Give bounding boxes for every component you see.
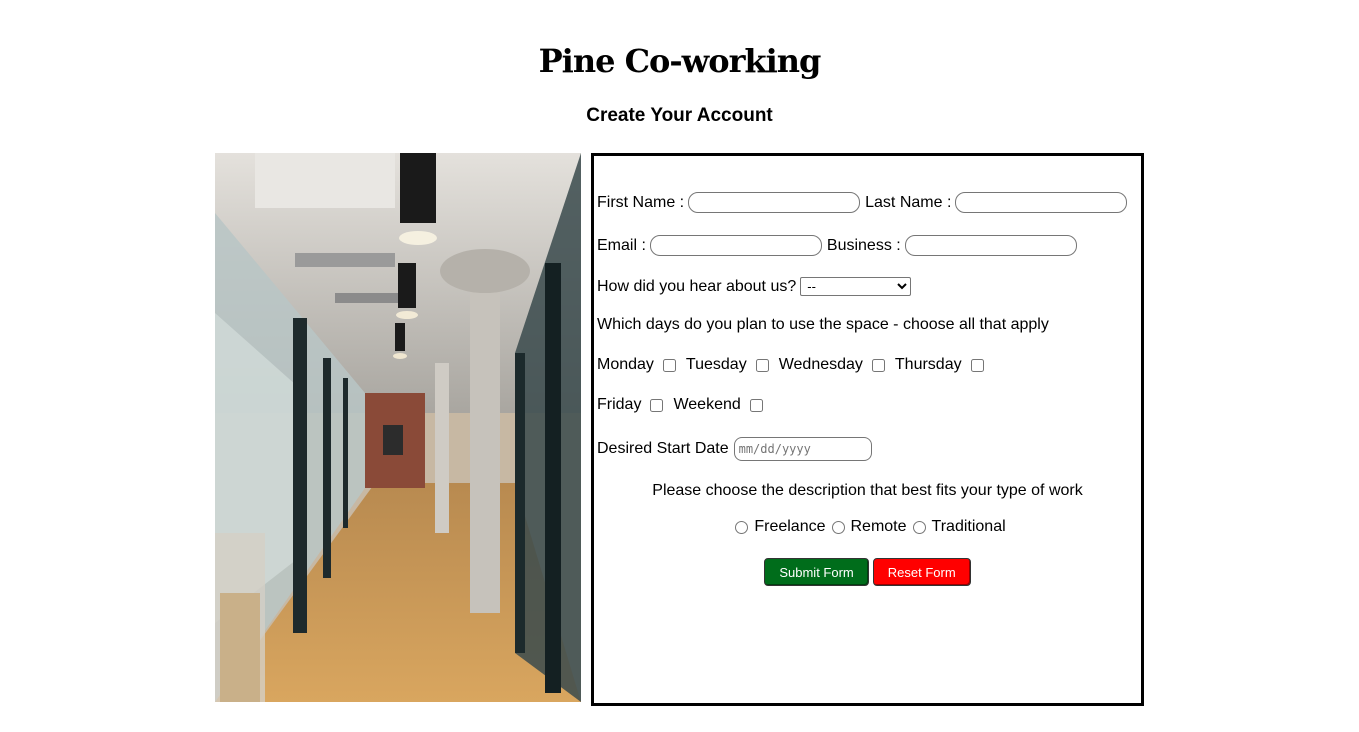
page-subtitle: Create Your Account — [586, 105, 773, 126]
referral-label: How did you hear about us? — [597, 277, 797, 295]
friday-label: Friday — [597, 396, 642, 413]
business-input[interactable] — [904, 235, 1077, 256]
email-row: Email : Business : — [597, 235, 1141, 256]
weekend-checkbox[interactable] — [749, 398, 763, 412]
referral-row: How did you hear about us? -- — [597, 277, 1141, 296]
freelance-radio[interactable] — [735, 520, 749, 534]
form-buttons-row: Submit Form Reset Form — [594, 558, 1141, 586]
submit-button[interactable]: Submit Form — [764, 558, 869, 586]
thursday-label: Thursday — [894, 356, 962, 373]
monday-label: Monday — [597, 356, 654, 373]
tuesday-checkbox[interactable] — [755, 358, 769, 372]
email-input[interactable] — [649, 235, 822, 256]
office-corridor-photo — [215, 153, 581, 702]
wednesday-checkbox[interactable] — [871, 358, 885, 372]
traditional-radio[interactable] — [912, 520, 926, 534]
reset-button[interactable]: Reset Form — [872, 558, 971, 586]
account-form: First Name : Last Name : Email : Busines… — [591, 153, 1144, 706]
wednesday-label: Wednesday — [778, 356, 863, 373]
weekend-label: Weekend — [673, 396, 741, 413]
tuesday-label: Tuesday — [685, 356, 747, 373]
referral-select[interactable]: -- — [800, 277, 912, 296]
days-prompt: Which days do you plan to use the space … — [597, 316, 1049, 333]
business-label: Business : — [826, 236, 901, 254]
start-date-row: Desired Start Date — [597, 437, 1141, 461]
days-prompt-row: Which days do you plan to use the space … — [597, 316, 1141, 334]
work-type-prompt: Please choose the description that best … — [652, 482, 1083, 499]
work-type-row: Freelance Remote Traditional — [594, 518, 1141, 536]
name-row: First Name : Last Name : — [597, 192, 1141, 213]
traditional-label: Traditional — [931, 518, 1006, 535]
start-date-input[interactable] — [733, 437, 872, 461]
friday-checkbox[interactable] — [650, 398, 664, 412]
email-label: Email : — [597, 236, 646, 254]
page-title: Pine Co-working — [538, 42, 822, 80]
days-row-1: Monday Tuesday Wednesday Thursday — [597, 356, 1141, 374]
remote-label: Remote — [850, 518, 907, 535]
freelance-label: Freelance — [754, 518, 826, 535]
remote-radio[interactable] — [831, 520, 845, 534]
last-name-input[interactable] — [955, 192, 1128, 213]
first-name-label: First Name : — [597, 193, 685, 211]
thursday-checkbox[interactable] — [970, 358, 984, 372]
monday-checkbox[interactable] — [662, 358, 676, 372]
work-prompt-row: Please choose the description that best … — [594, 482, 1141, 500]
start-date-label: Desired Start Date — [597, 440, 729, 457]
last-name-label: Last Name : — [865, 193, 952, 211]
first-name-input[interactable] — [688, 192, 861, 213]
days-row-2: Friday Weekend — [597, 396, 1141, 414]
